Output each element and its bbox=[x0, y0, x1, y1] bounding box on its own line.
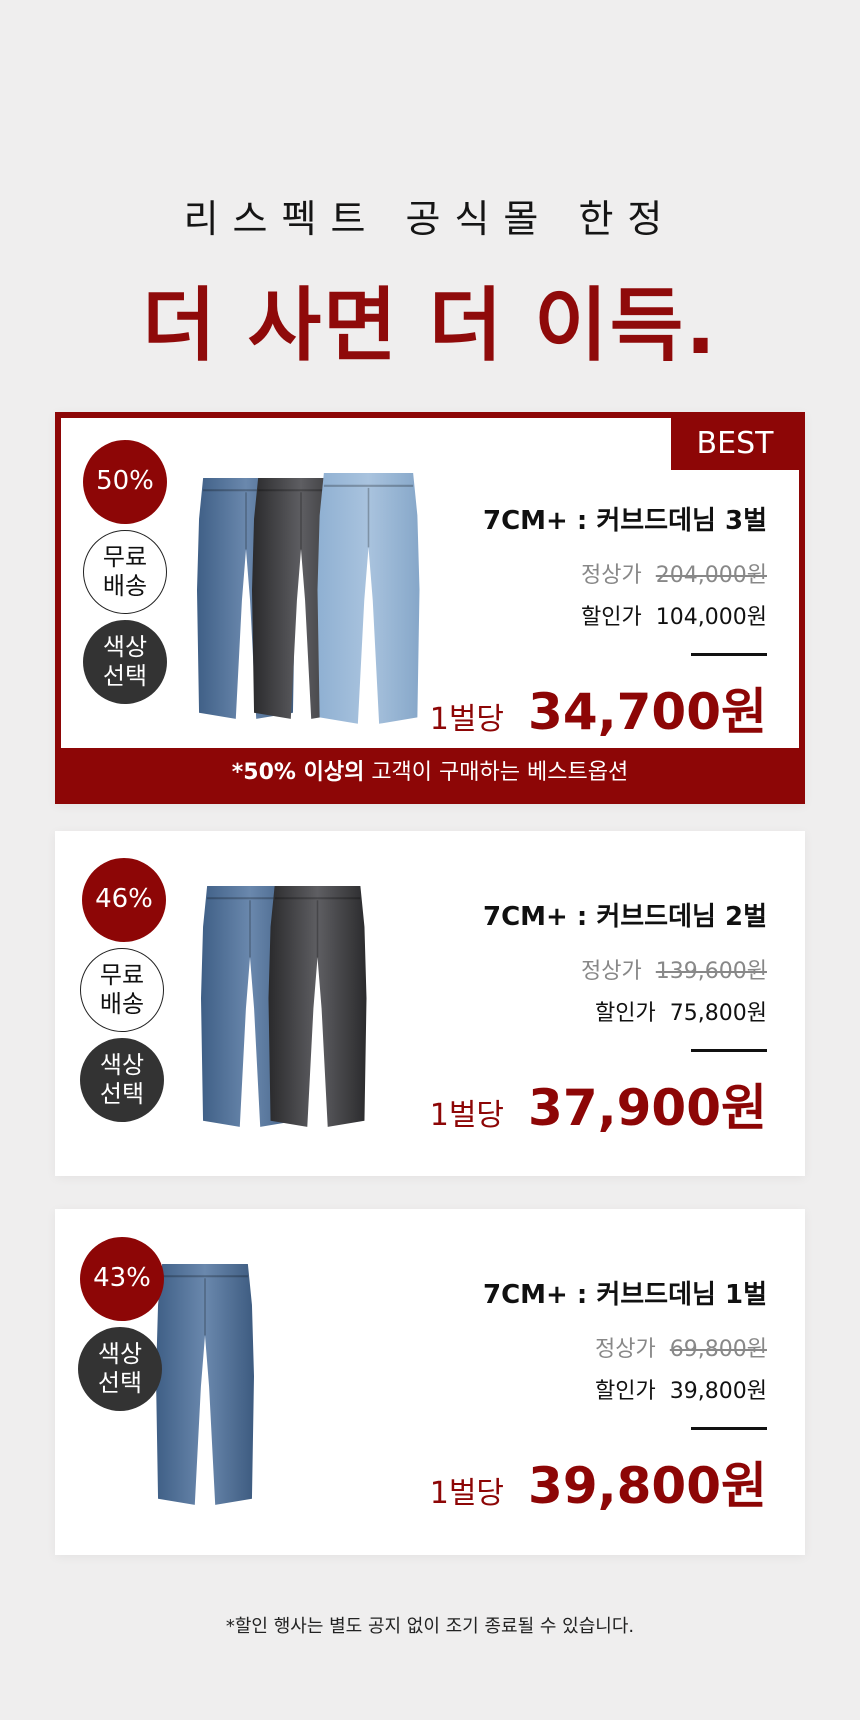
color-select-badge: 색상 선택 bbox=[80, 1038, 164, 1122]
per-item-price: 39,800원 bbox=[528, 1457, 767, 1515]
sale-price-label: 할인가 bbox=[581, 605, 642, 630]
product-info: 7CM+ : 커브드데님 1벌 정상가 69,800원 할인가 39,800원 1벌… bbox=[430, 1274, 767, 1518]
product-card-1pack[interactable]: 43% 색상 선택 7CM+ : 커브드데님 1벌 정상가 69,800원 할인가 3… bbox=[55, 1209, 805, 1555]
price-divider bbox=[691, 1427, 767, 1430]
sale-price: 75,800원 bbox=[669, 1001, 767, 1026]
best-note-text: 고객이 구매하는 베스트옵션 bbox=[364, 760, 629, 785]
per-item-price-row: 1벌당 39,800원 bbox=[430, 1446, 767, 1518]
per-item-price-row: 1벌당 37,900원 bbox=[430, 1068, 767, 1140]
discount-badge: 50% bbox=[83, 440, 167, 524]
sale-price-label: 할인가 bbox=[595, 1379, 656, 1404]
discount-badge: 43% bbox=[80, 1237, 164, 1321]
per-item-price: 37,900원 bbox=[528, 1079, 767, 1137]
footer-note: *할인 행사는 별도 공지 없이 조기 종료될 수 있습니다. bbox=[225, 1616, 635, 1637]
original-price-row: 정상가 69,800원 bbox=[430, 1331, 767, 1363]
per-item-label: 1벌당 bbox=[429, 1476, 505, 1511]
original-price-label: 정상가 bbox=[581, 959, 642, 984]
sale-price: 39,800원 bbox=[669, 1379, 767, 1404]
original-price-row: 정상가 139,600원 bbox=[430, 953, 767, 985]
product-card-2pack[interactable]: 46% 무료 배송 색상 선택 7CM+ : 커브드데님 2벌 정상가 139,600… bbox=[55, 831, 805, 1176]
per-item-price-row: 1벌당 34,700원 bbox=[430, 672, 767, 744]
best-note-bold: *50% 이상의 bbox=[231, 760, 365, 785]
jeans-2pack-image bbox=[199, 886, 368, 1129]
original-price-label: 정상가 bbox=[581, 563, 642, 588]
sale-price-row: 할인가 39,800원 bbox=[430, 1373, 767, 1405]
price-divider bbox=[691, 1049, 767, 1052]
free-shipping-badge: 무료 배송 bbox=[83, 530, 167, 614]
per-item-price: 34,700원 bbox=[528, 683, 767, 741]
page-header: 리스펙트 공식몰 한정 더 사면 더 이득. bbox=[0, 188, 860, 377]
best-option-note: *50% 이상의 고객이 구매하는 베스트옵션 bbox=[61, 748, 799, 798]
color-select-badge: 색상 선택 bbox=[83, 620, 167, 704]
sale-price: 104,000원 bbox=[655, 605, 767, 630]
best-tag: BEST bbox=[671, 418, 799, 470]
per-item-label: 1벌당 bbox=[429, 1098, 505, 1133]
original-price: 204,000원 bbox=[655, 563, 767, 588]
free-shipping-badge: 무료 배송 bbox=[80, 948, 164, 1032]
original-price: 69,800원 bbox=[669, 1337, 767, 1362]
product-name: 7CM+ : 커브드데님 1벌 bbox=[483, 1280, 767, 1310]
jeans-3pack-image bbox=[195, 473, 421, 726]
original-price-row: 정상가 204,000원 bbox=[430, 557, 767, 589]
sale-price-row: 할인가 104,000원 bbox=[430, 599, 767, 631]
promo-subtitle: 리스펙트 공식몰 한정 bbox=[183, 197, 677, 241]
original-price-label: 정상가 bbox=[595, 1337, 656, 1362]
sale-price-row: 할인가 75,800원 bbox=[430, 995, 767, 1027]
per-item-label: 1벌당 bbox=[429, 702, 505, 737]
product-info: 7CM+ : 커브드데님 3벌 정상가 204,000원 할인가 104,000원 … bbox=[430, 500, 767, 744]
original-price: 139,600원 bbox=[655, 959, 767, 984]
color-select-badge: 색상 선택 bbox=[78, 1327, 162, 1411]
promo-title: 더 사면 더 이득. bbox=[142, 279, 718, 372]
discount-badge: 46% bbox=[82, 858, 166, 942]
product-name: 7CM+ : 커브드데님 3벌 bbox=[483, 506, 767, 536]
sale-price-label: 할인가 bbox=[595, 1001, 656, 1026]
product-card-3pack[interactable]: BEST 50% 무료 배송 색상 선택 7CM+ : 커브드데님 3벌 정상가 20… bbox=[55, 412, 805, 804]
product-name: 7CM+ : 커브드데님 2벌 bbox=[483, 902, 767, 932]
product-info: 7CM+ : 커브드데님 2벌 정상가 139,600원 할인가 75,800원 1… bbox=[430, 896, 767, 1140]
price-divider bbox=[691, 653, 767, 656]
